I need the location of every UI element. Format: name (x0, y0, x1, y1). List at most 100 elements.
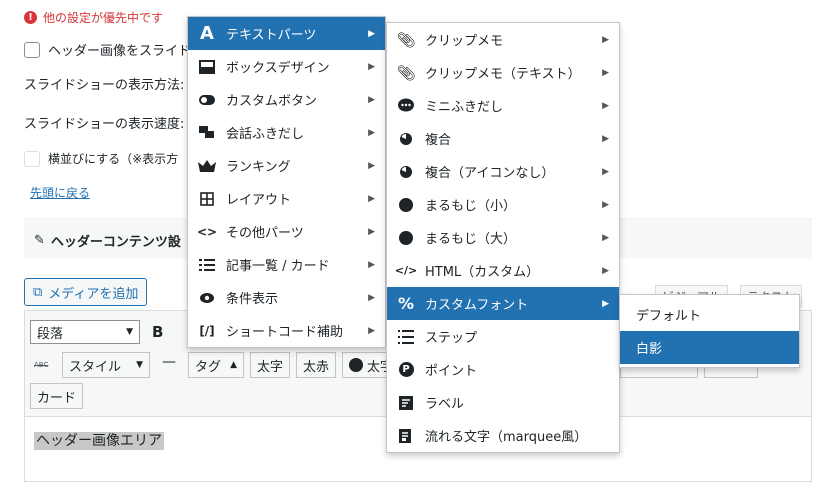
custom-font-submenu: デフォルト 白影 (619, 294, 800, 368)
tag-button[interactable]: タグ ▲ (188, 352, 244, 378)
circle-icon (397, 196, 415, 214)
menu-item-label: まるもじ（小） (425, 199, 517, 214)
chevron-right-icon: ▶ (368, 160, 375, 171)
menu-item-post-list[interactable]: 記事一覧 / カード ▶ (188, 248, 385, 281)
horizontal-label: 横並びにする（※表示方 (48, 152, 179, 166)
chevron-right-icon: ▶ (368, 28, 375, 39)
circle-icon (397, 229, 415, 247)
menu-item-marumoji-small[interactable]: まるもじ（小） ▶ (387, 188, 619, 221)
slideshow-speed-label: スライドショーの表示速度: (24, 117, 185, 132)
menu-item-other-parts[interactable]: <> その他パーツ ▶ (188, 215, 385, 248)
pie-icon (397, 163, 415, 181)
format-select[interactable]: 段落 ▼ (30, 320, 140, 344)
menu-item-default[interactable]: デフォルト (620, 298, 799, 331)
horizontal-checkbox[interactable] (24, 150, 40, 167)
chevron-right-icon: ▶ (368, 193, 375, 204)
marquee-icon (397, 427, 415, 445)
menu-item-chat-bubble[interactable]: 会話ふきだし ▶ (188, 116, 385, 149)
code-icon: </> (394, 264, 418, 277)
menu-item-point[interactable]: P ポイント (387, 353, 619, 386)
shortcode-menu: A テキストパーツ ▶ ボックスデザイン ▶ カスタムボタン ▶ 会話ふきだし … (187, 16, 386, 348)
header-slide-checkbox[interactable] (24, 41, 40, 58)
menu-item-composite-noicon[interactable]: 複合（アイコンなし） ▶ (387, 155, 619, 188)
menu-item-text-parts[interactable]: A テキストパーツ ▶ (188, 17, 385, 50)
menu-item-label[interactable]: ラベル (387, 386, 619, 419)
menu-item-label: 複合 (425, 133, 452, 148)
style-caret-icon: ▼ (136, 360, 143, 370)
chevron-right-icon: ▶ (368, 292, 375, 303)
menu-item-marumoji-large[interactable]: まるもじ（大） ▶ (387, 221, 619, 254)
menu-item-clip-memo-text[interactable]: 📎︎ クリップメモ（テキスト） ▶ (387, 56, 619, 89)
bold-button[interactable]: B (152, 323, 163, 341)
menu-item-mini-bubble[interactable]: ミニふきだし ▶ (387, 89, 619, 122)
menu-item-label: デフォルト (636, 309, 702, 324)
menu-item-label: 条件表示 (226, 292, 279, 307)
menu-item-html-custom[interactable]: </> HTML（カスタム） ▶ (387, 254, 619, 287)
menu-item-label: ランキング (226, 160, 291, 175)
user-icon (349, 358, 363, 372)
paperclip-icon: 📎︎ (396, 30, 416, 49)
menu-item-composite[interactable]: 複合 ▶ (387, 122, 619, 155)
horizontal-rule-button[interactable]: — (162, 354, 176, 370)
card-button[interactable]: カード (30, 383, 84, 409)
menu-item-label: クリップメモ（テキスト） (425, 67, 581, 82)
menu-item-box-design[interactable]: ボックスデザイン ▶ (188, 50, 385, 83)
style-select[interactable]: スタイル ▼ (62, 352, 150, 378)
futoaka-button[interactable]: 太赤 (296, 352, 337, 378)
menu-item-label: ボックスデザイン (226, 61, 330, 76)
menu-item-clip-memo[interactable]: 📎︎ クリップメモ ▶ (387, 23, 619, 56)
menu-item-label-text: ラベル (425, 397, 465, 412)
point-icon: P (397, 361, 415, 379)
menu-item-label: クリップメモ (425, 34, 504, 49)
chevron-right-icon: ▶ (368, 94, 375, 105)
slideshow-method-label: スライドショーの表示方法: (24, 78, 185, 93)
style-select-value: スタイル (69, 359, 122, 375)
menu-item-ranking[interactable]: ランキング ▶ (188, 149, 385, 182)
pie-icon (397, 130, 415, 148)
menu-item-label: 会話ふきだし (226, 127, 305, 142)
menu-item-label: 流れる文字（marquee風） (425, 430, 588, 445)
menu-item-label: カスタムボタン (226, 94, 318, 109)
menu-item-label: テキストパーツ (226, 28, 317, 43)
box-icon (198, 58, 216, 76)
letter-a-icon: A (200, 23, 214, 44)
futoji-button[interactable]: 太字 (250, 352, 291, 378)
menu-item-marquee[interactable]: 流れる文字（marquee風） (387, 419, 619, 452)
menu-item-layout[interactable]: レイアウト ▶ (188, 182, 385, 215)
menu-item-white-shadow[interactable]: 白影 (620, 331, 799, 364)
reset-link[interactable]: 先頭に戻る (30, 184, 90, 201)
crown-icon (198, 157, 216, 175)
menu-item-label: ショートコード補助 (226, 325, 344, 340)
menu-item-label: 白影 (636, 342, 663, 357)
chevron-right-icon: ▶ (602, 34, 609, 45)
header-slide-option: ヘッダー画像をスライド (24, 40, 191, 59)
header-slide-label: ヘッダー画像をスライド (48, 44, 192, 59)
text-parts-submenu: 📎︎ クリップメモ ▶ 📎︎ クリップメモ（テキスト） ▶ ミニふきだし ▶ 複… (386, 22, 620, 453)
menu-item-step[interactable]: ステップ (387, 320, 619, 353)
menu-item-label: レイアウト (226, 193, 292, 208)
menu-item-label: ステップ (425, 331, 478, 346)
menu-item-label: ポイント (425, 364, 478, 379)
section-title: ヘッダーコンテンツ設 (50, 235, 181, 250)
menu-item-label: カスタムフォント (425, 298, 529, 313)
label-icon (397, 394, 415, 412)
chevron-right-icon: ▶ (602, 67, 609, 78)
chevron-right-icon: ▶ (368, 226, 375, 237)
menu-item-shortcode-helper[interactable]: [/] ショートコード補助 ▶ (188, 314, 385, 347)
format-select-value: 段落 (37, 326, 64, 342)
add-media-button[interactable]: ⧉ メディアを追加 (24, 278, 148, 306)
menu-item-label: その他パーツ (226, 226, 304, 241)
chevron-right-icon: ▶ (602, 232, 609, 243)
menu-item-conditional[interactable]: 条件表示 ▶ (188, 281, 385, 314)
menu-item-label: まるもじ（大） (425, 232, 517, 247)
menu-item-custom-button[interactable]: カスタムボタン ▶ (188, 83, 385, 116)
editor-content[interactable]: ヘッダー画像エリア (34, 430, 164, 450)
menu-item-label: 記事一覧 / カード (226, 259, 330, 274)
strikethrough-button[interactable]: ABC (34, 361, 48, 369)
paperclip-icon: 📎︎ (396, 63, 416, 82)
media-icon: ⧉ (33, 284, 43, 300)
menu-item-custom-font[interactable]: % カスタムフォント ▶ (387, 287, 619, 320)
chevron-right-icon: ▶ (602, 166, 609, 177)
speech-bubble-icon (397, 97, 415, 115)
select-caret-icon: ▼ (126, 327, 133, 337)
